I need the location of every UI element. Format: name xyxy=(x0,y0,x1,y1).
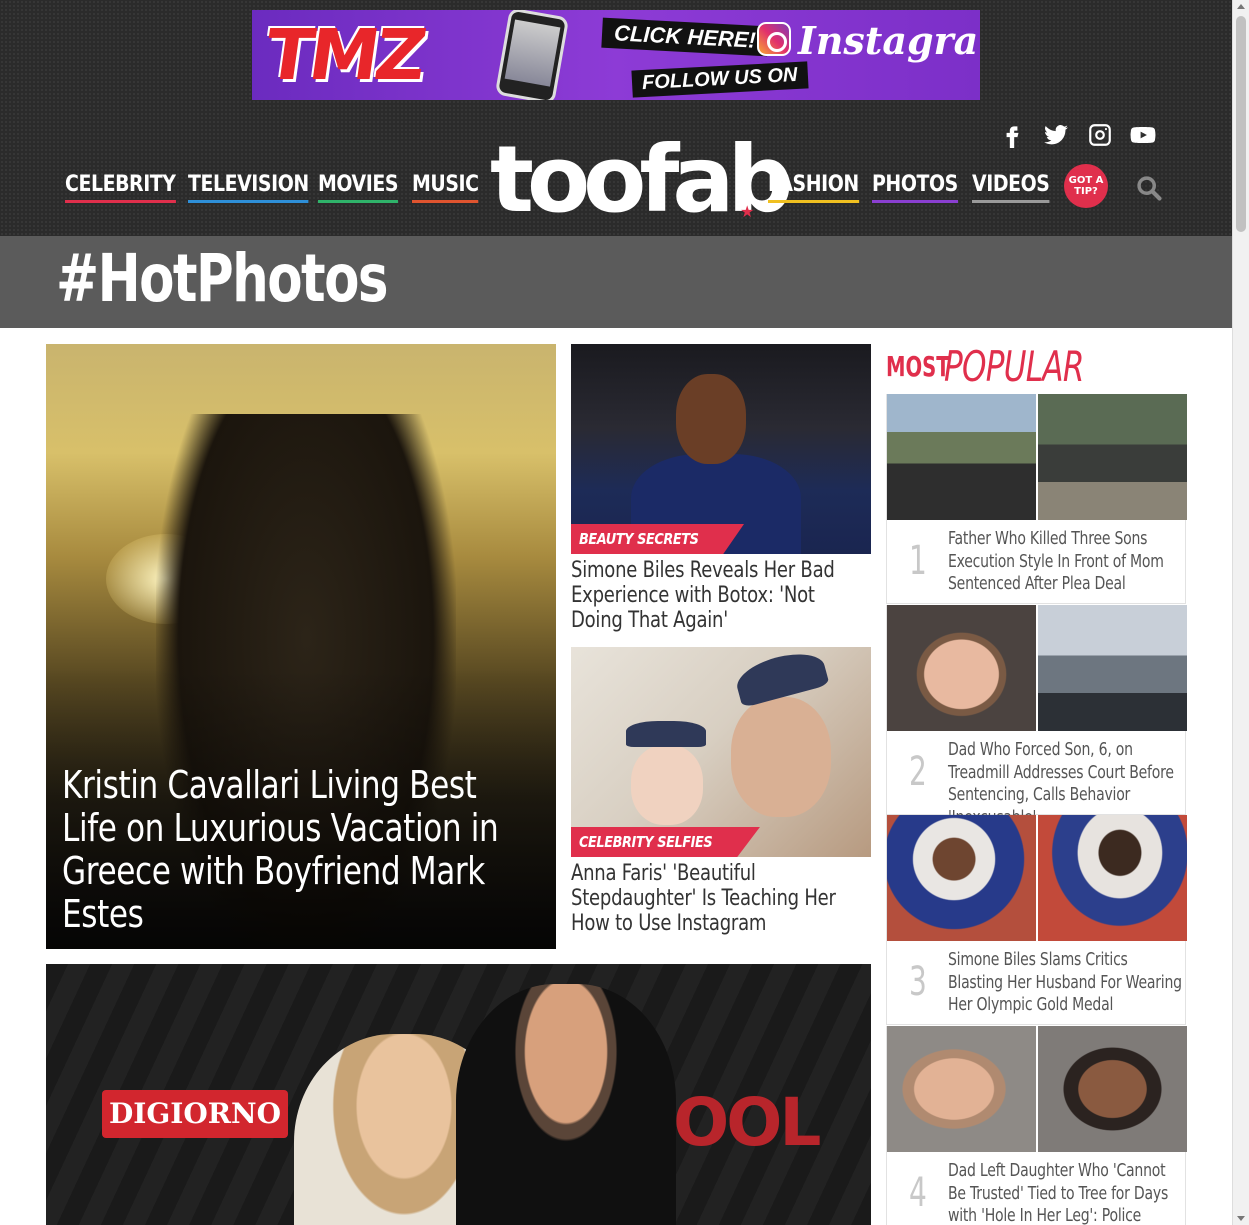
scroll-down-icon[interactable] xyxy=(1237,1216,1245,1221)
instagram-icon[interactable] xyxy=(1086,122,1114,148)
story-title[interactable]: Anna Faris' 'Beautiful Stepdaughter' Is … xyxy=(571,861,850,936)
popular-image xyxy=(887,1026,1036,1152)
ad-phone-image xyxy=(494,10,570,100)
nav-videos[interactable]: VIDEOS xyxy=(972,172,1050,203)
scrollbar-thumb[interactable] xyxy=(1236,16,1246,232)
popular-title: Dad Left Daughter Who 'Cannot Be Trusted… xyxy=(948,1160,1169,1225)
popular-image xyxy=(1038,605,1187,731)
search-icon[interactable] xyxy=(1135,174,1163,202)
popular-image xyxy=(1038,394,1187,520)
facebook-icon[interactable] xyxy=(998,122,1026,148)
digiorno-sign: DIGIORNO xyxy=(102,1090,288,1138)
ad-cta-follow: FOLLOW US ON xyxy=(631,61,809,98)
popular-title: Simone Biles Slams Critics Blasting Her … xyxy=(948,949,1182,1015)
popular-image xyxy=(887,605,1036,731)
nav-photos[interactable]: PHOTOS xyxy=(872,172,958,203)
nav-celebrity[interactable]: CELEBRITY xyxy=(65,172,176,203)
popular-item[interactable]: 3 Simone Biles Slams Critics Blasting He… xyxy=(886,815,1187,1025)
popular-image xyxy=(1038,815,1187,941)
nav-music[interactable]: MUSIC xyxy=(412,172,479,203)
twitter-icon[interactable] xyxy=(1042,122,1070,148)
popular-rank: 4 xyxy=(909,1170,927,1216)
got-a-tip-button[interactable]: GOT A TIP? xyxy=(1064,164,1108,208)
popular-image xyxy=(1038,1026,1187,1152)
instagram-icon xyxy=(757,22,791,56)
story-category-tag[interactable]: CELEBRITY SELFIES xyxy=(571,827,760,857)
popular-image xyxy=(887,815,1036,941)
story-image[interactable] xyxy=(571,647,871,857)
scroll-up-icon[interactable] xyxy=(1237,4,1245,9)
popular-title: Father Who Killed Three Sons Execution S… xyxy=(948,528,1164,594)
nav-fashion[interactable]: FASHION xyxy=(768,172,859,203)
ad-platform: Instagram xyxy=(798,18,980,63)
popular-item[interactable]: 4 Dad Left Daughter Who 'Cannot Be Trust… xyxy=(886,1026,1187,1225)
logo-star-icon: ★ xyxy=(740,204,755,221)
nav-movies[interactable]: MOVIES xyxy=(318,172,398,203)
page-scrollbar[interactable] xyxy=(1232,0,1249,1225)
popular-rank: 1 xyxy=(909,538,927,584)
popular-image xyxy=(887,394,1036,520)
ad-cta-click: CLICK HERE! xyxy=(601,17,769,57)
big-story-image[interactable]: DIGIORNO DEADPOOL xyxy=(46,964,871,1225)
ad-banner[interactable]: TMZ CLICK HERE! FOLLOW US ON Instagram xyxy=(252,10,980,100)
story-image[interactable] xyxy=(571,344,871,554)
story-category-tag[interactable]: BEAUTY SECRETS xyxy=(571,524,745,554)
ad-brand: TMZ xyxy=(260,14,428,96)
feature-story-title[interactable]: Kristin Cavallari Living Best Life on Lu… xyxy=(62,764,505,936)
youtube-icon[interactable] xyxy=(1128,122,1158,148)
popular-rank: 3 xyxy=(909,959,927,1005)
story-title[interactable]: Simone Biles Reveals Her Bad Experience … xyxy=(571,558,850,633)
popular-item[interactable]: 1 Father Who Killed Three Sons Execution… xyxy=(886,394,1187,604)
site-header: TMZ CLICK HERE! FOLLOW US ON Instagram C… xyxy=(0,0,1232,236)
popular-item[interactable]: 2 Dad Who Forced Son, 6, on Treadmill Ad… xyxy=(886,605,1187,828)
nav-television[interactable]: TELEVISION xyxy=(188,172,309,203)
page-title: #HotPhotos xyxy=(56,240,389,317)
popular-rank: 2 xyxy=(909,749,927,795)
